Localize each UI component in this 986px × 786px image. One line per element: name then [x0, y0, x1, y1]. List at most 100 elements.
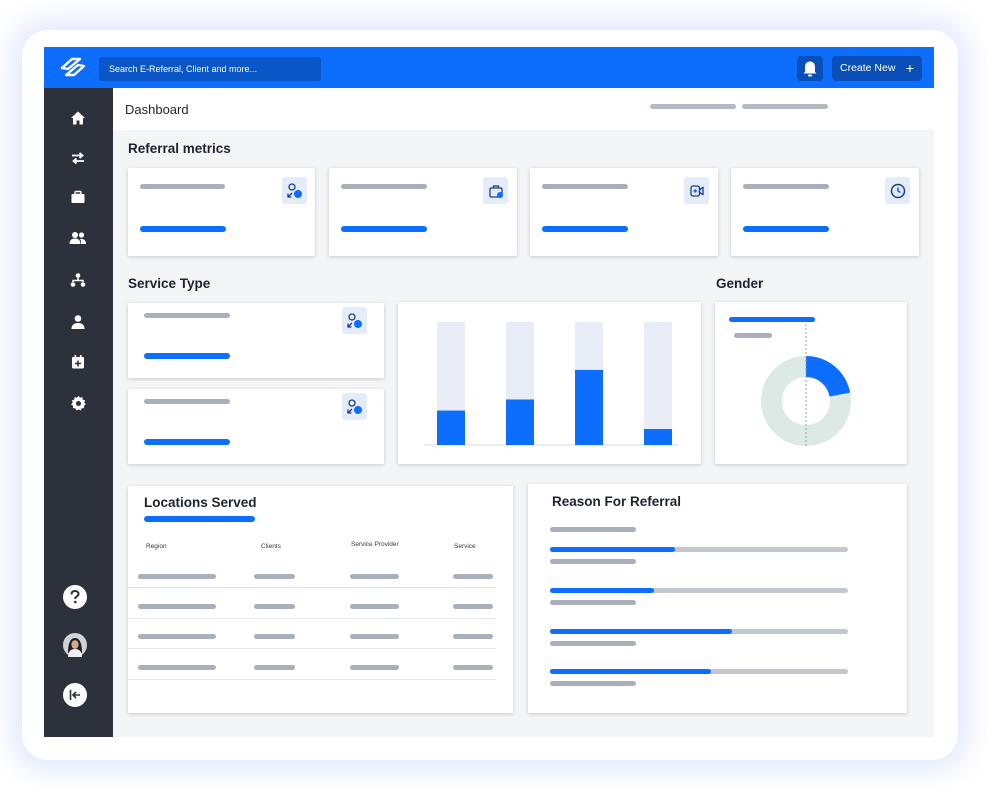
column-header-service-provider[interactable]: Service Provider [351, 541, 399, 548]
sidebar-item-settings[interactable] [68, 393, 88, 413]
cell-placeholder [138, 604, 216, 609]
cell-placeholder [453, 604, 493, 609]
metric-card[interactable] [329, 168, 517, 256]
home-icon [71, 111, 85, 125]
cell-placeholder [350, 574, 399, 579]
briefcase-icon [71, 190, 85, 203]
cell-placeholder [138, 634, 216, 639]
column-header-clients[interactable]: Clients [261, 543, 281, 550]
reason-progress-fill [550, 629, 732, 634]
users-icon [69, 232, 86, 244]
transfer-icon [72, 152, 84, 165]
metric-value-bar [743, 226, 829, 232]
search-input[interactable]: Search E-Referral, Client and more... [99, 57, 321, 81]
reason-progress-bar [550, 629, 848, 634]
reason-for-referral-card: Reason For Referral [528, 484, 907, 713]
bar-track [644, 322, 672, 445]
cell-placeholder [138, 665, 216, 670]
metric-value-bar [542, 226, 628, 232]
user-icon [71, 315, 85, 329]
cell-placeholder [254, 604, 295, 609]
sidebar-item-home[interactable] [68, 108, 88, 128]
section-title-referral-metrics: Referral metrics [128, 141, 231, 156]
row-divider [128, 587, 496, 588]
sidebar-item-profile[interactable] [68, 312, 88, 332]
gear-icon [70, 395, 86, 411]
question-icon [70, 589, 80, 604]
bar[interactable] [575, 369, 603, 445]
sidebar-item-organizations[interactable] [68, 270, 88, 290]
legend-bar [729, 317, 815, 322]
locations-served-card: Locations Served Region Clients Service … [128, 486, 513, 713]
row-divider [128, 679, 496, 680]
sidebar [44, 88, 113, 737]
reason-progress-fill [550, 547, 676, 552]
donut-segment[interactable] [806, 356, 851, 397]
notifications-button[interactable] [797, 56, 823, 81]
collapse-sidebar-button[interactable] [63, 683, 87, 707]
donut-chart [761, 320, 851, 446]
metric-label-placeholder [542, 184, 628, 189]
sidebar-item-referrals[interactable] [68, 148, 88, 168]
section-title-service-type: Service Type [128, 276, 211, 291]
page-title: Dashboard [125, 102, 189, 117]
clock-icon [885, 177, 910, 204]
bar[interactable] [644, 429, 672, 445]
person-arrow-icon [342, 393, 367, 420]
cell-placeholder [254, 574, 295, 579]
service-label-placeholder [144, 399, 230, 404]
cell-placeholder [254, 634, 295, 639]
legend-placeholder [734, 333, 772, 338]
app-logo[interactable] [58, 56, 88, 78]
column-header-region[interactable]: Region [146, 543, 167, 550]
cell-placeholder [453, 634, 493, 639]
avatar[interactable] [63, 633, 87, 657]
create-new-label: Create New [840, 62, 896, 74]
briefcase-icon [483, 177, 508, 204]
row-divider [128, 618, 496, 619]
org-chart-icon [70, 273, 86, 287]
reason-progress-fill [550, 669, 711, 674]
service-type-card[interactable] [128, 303, 384, 378]
reason-progress-fill [550, 588, 655, 593]
section-title-gender: Gender [716, 276, 764, 291]
cell-placeholder [350, 604, 399, 609]
cell-placeholder [138, 574, 216, 579]
service-value-bar [144, 353, 230, 359]
reason-progress-bar [550, 547, 848, 552]
service-value-bar [144, 439, 230, 445]
reason-label-placeholder [550, 641, 636, 646]
service-label-placeholder [144, 313, 230, 318]
plus-icon: + [905, 60, 914, 76]
header-placeholder [742, 104, 828, 109]
section-title-reason-for-referral: Reason For Referral [552, 494, 682, 509]
cell-placeholder [350, 665, 399, 670]
bar[interactable] [437, 410, 465, 445]
metric-card[interactable] [128, 168, 315, 256]
reason-progress-bar [550, 588, 848, 593]
cell-placeholder [453, 665, 493, 670]
sidebar-item-clients[interactable] [68, 228, 88, 248]
metric-label-placeholder [341, 184, 427, 189]
person-arrow-icon [342, 307, 367, 334]
sidebar-item-calendar[interactable] [68, 352, 88, 372]
service-type-chart [398, 302, 701, 464]
subtitle-placeholder [550, 527, 636, 532]
create-new-button[interactable]: Create New + [832, 56, 922, 81]
metric-label-placeholder [140, 184, 225, 189]
reason-label-placeholder [550, 681, 636, 686]
bar[interactable] [506, 399, 534, 445]
service-type-card[interactable] [128, 389, 384, 464]
top-bar: Search E-Referral, Client and more... Cr… [44, 47, 934, 88]
sidebar-item-cases[interactable] [68, 187, 88, 207]
metric-card[interactable] [731, 168, 919, 256]
metric-card[interactable] [530, 168, 718, 256]
calendar-add-icon [72, 355, 84, 369]
reason-label-placeholder [550, 559, 636, 564]
header-placeholder [650, 104, 736, 109]
reason-label-placeholder [550, 600, 636, 605]
title-underline [144, 516, 255, 522]
column-header-service[interactable]: Service [454, 543, 476, 550]
help-button[interactable] [63, 585, 87, 609]
person-arrow-icon [282, 177, 307, 204]
